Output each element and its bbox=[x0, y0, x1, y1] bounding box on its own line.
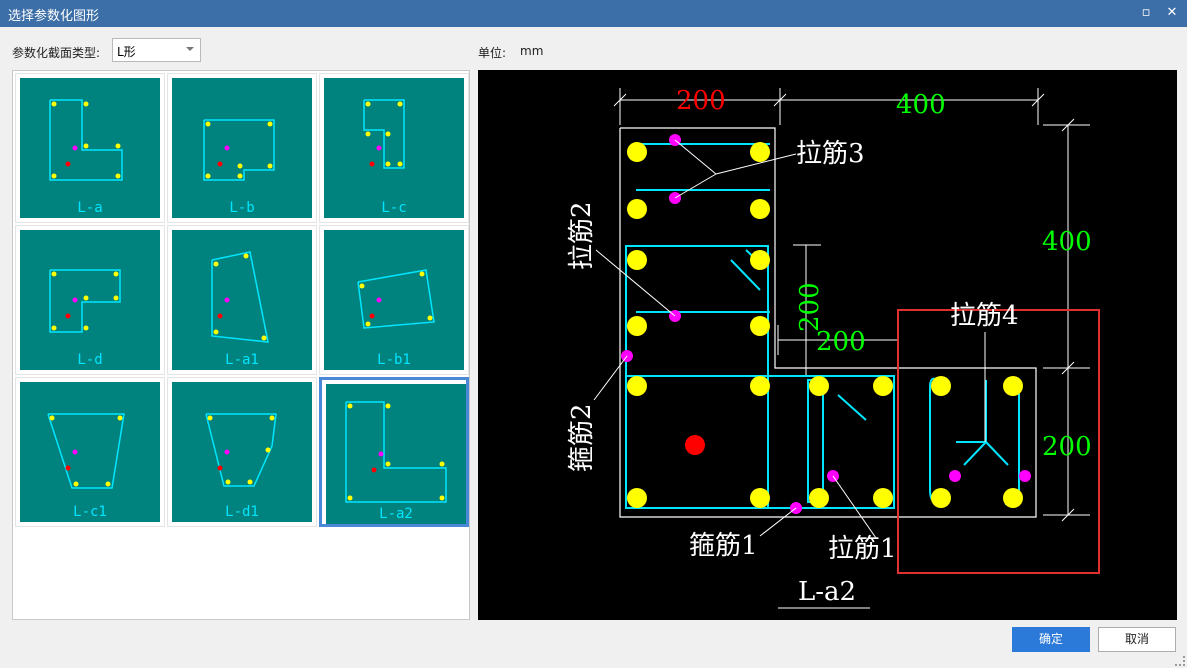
dim-top-left: 200 bbox=[676, 86, 726, 116]
leader-lines bbox=[593, 139, 986, 609]
dim-right-upper: 400 bbox=[1042, 227, 1092, 257]
shape-thumb-l-a[interactable]: L-a bbox=[15, 73, 165, 223]
thumb-drawing: L-c1 bbox=[20, 382, 160, 522]
close-icon[interactable]: ✕ bbox=[1162, 3, 1182, 23]
dim-inner-vertical: 200 bbox=[795, 282, 825, 332]
section-type-label: 参数化截面类型: bbox=[12, 46, 101, 60]
unit-label: 单位: bbox=[478, 46, 507, 60]
shape-thumb-l-a1[interactable]: L-a1 bbox=[167, 225, 317, 375]
label-stirrup1: 箍筋1 bbox=[689, 531, 758, 561]
shape-thumb-l-b1[interactable]: L-b1 bbox=[319, 225, 469, 375]
thumb-drawing: L-d bbox=[20, 230, 160, 370]
thumb-drawing: L-d1 bbox=[172, 382, 312, 522]
thumb-drawing: L-a2 bbox=[326, 384, 466, 524]
thumb-label: L-b bbox=[229, 200, 254, 216]
thumb-drawing: L-b bbox=[172, 78, 312, 218]
shape-thumb-l-c1[interactable]: L-c1 bbox=[15, 377, 165, 527]
shape-thumb-l-d[interactable]: L-d bbox=[15, 225, 165, 375]
thumb-label: L-a2 bbox=[379, 506, 413, 522]
chevron-down-icon bbox=[186, 47, 194, 51]
dim-right-lower: 200 bbox=[1042, 432, 1092, 462]
thumb-drawing: L-c bbox=[324, 78, 464, 218]
resize-grip-icon[interactable] bbox=[1175, 656, 1185, 666]
thumb-label: L-c1 bbox=[73, 504, 107, 520]
thumb-label: L-a1 bbox=[225, 352, 259, 368]
ok-button[interactable]: 确定 bbox=[1012, 627, 1090, 652]
centroid-marker bbox=[685, 435, 705, 455]
label-tie1: 拉筋1 bbox=[828, 534, 897, 564]
preview-shape-name: L-a2 bbox=[798, 577, 856, 607]
label-stirrup2: 箍筋2 bbox=[567, 403, 597, 472]
thumb-label: L-a bbox=[77, 200, 102, 216]
thumb-label: L-d1 bbox=[225, 504, 259, 520]
label-tie3: 拉筋3 bbox=[796, 139, 865, 169]
section-type-value: L形 bbox=[117, 45, 136, 59]
preview-drawing: 200 400 400 200 200 200 拉筋3 拉筋2 拉筋4 箍筋2 … bbox=[567, 86, 1100, 609]
thumb-drawing: L-a1 bbox=[172, 230, 312, 370]
section-type-dropdown[interactable]: L形 bbox=[112, 38, 201, 62]
thumb-label: L-b1 bbox=[377, 352, 411, 368]
label-tie2: 拉筋2 bbox=[567, 201, 597, 270]
shape-thumb-l-b[interactable]: L-b bbox=[167, 73, 317, 223]
shape-thumb-l-d1[interactable]: L-d1 bbox=[167, 377, 317, 527]
label-tie4: 拉筋4 bbox=[950, 301, 1019, 331]
cancel-button[interactable]: 取消 bbox=[1098, 627, 1176, 652]
thumb-label: L-d bbox=[77, 352, 102, 368]
window-title: 选择参数化图形 bbox=[8, 9, 100, 24]
unit-value: mm bbox=[520, 44, 544, 58]
title-bar: 选择参数化图形 ▫ ✕ bbox=[0, 0, 1187, 27]
thumb-drawing: L-a bbox=[20, 78, 160, 218]
shape-gallery: L-a L-b L-c L-d L-a1 L-b1 L-c1 L-d1 L-a2 bbox=[12, 70, 470, 620]
dim-top-right: 400 bbox=[896, 90, 946, 120]
restore-icon[interactable]: ▫ bbox=[1136, 3, 1156, 23]
thumb-label: L-c bbox=[381, 200, 406, 216]
shape-preview: 200 400 400 200 200 200 拉筋3 拉筋2 拉筋4 箍筋2 … bbox=[478, 70, 1177, 620]
shape-thumb-l-c[interactable]: L-c bbox=[319, 73, 469, 223]
thumb-drawing: L-b1 bbox=[324, 230, 464, 370]
shape-thumb-l-a2[interactable]: L-a2 bbox=[319, 377, 469, 527]
